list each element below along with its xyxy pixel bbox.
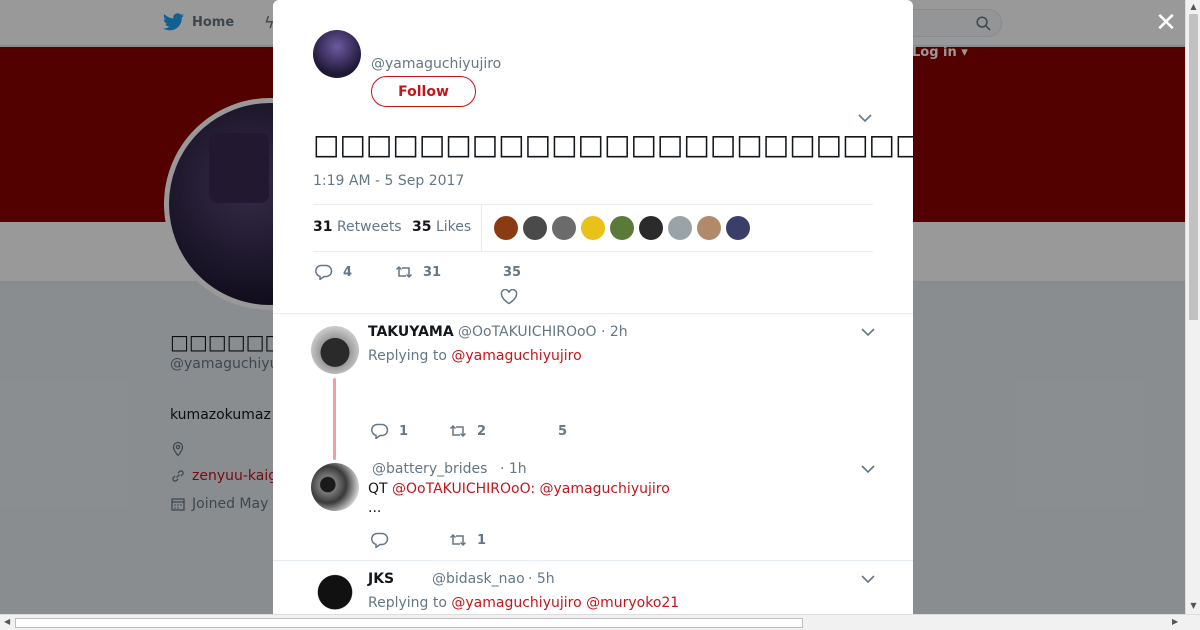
thread-line (333, 378, 336, 460)
divider (273, 560, 913, 561)
replying-to: Replying to @yamaguchiyujiro @muryoko21 (368, 595, 679, 611)
vertical-scroll-thumb[interactable] (1189, 14, 1198, 320)
author-handle[interactable]: @yamaguchiyujiro (371, 56, 501, 72)
replying-to-link[interactable]: @yamaguchiyujiro (451, 348, 581, 364)
retweet-icon (395, 265, 413, 279)
reply-time[interactable]: · 1h (500, 461, 527, 477)
like-button[interactable]: 5 (558, 424, 567, 439)
reply-author-handle[interactable]: @OoTAKUICHIROoO (458, 324, 597, 340)
chevron-down-icon[interactable] (858, 113, 872, 123)
scroll-right-arrow-icon[interactable]: ▶ (1172, 617, 1178, 626)
replying-to: Replying to @yamaguchiyujiro (368, 348, 582, 364)
reply-author-name[interactable]: JKS (368, 571, 394, 587)
retweet-button[interactable]: 1 (449, 532, 486, 548)
divider (273, 313, 913, 314)
retweet-icon (449, 424, 467, 438)
scroll-up-arrow-icon[interactable]: ▲ (1189, 2, 1198, 11)
heart-icon (500, 289, 518, 305)
retweets-label: Retweets (336, 219, 402, 235)
reply-author-handle[interactable]: @bidask_nao (432, 571, 525, 587)
tweet-stats: 31 Retweets 35 Likes (313, 204, 873, 252)
retweet-count: 1 (477, 532, 487, 548)
reply-text: QT @OoTAKUICHIROoO: @yamaguchiyujiro (368, 481, 670, 497)
quoted-link[interactable]: @OoTAKUICHIROoO: @yamaguchiyujiro (392, 481, 670, 497)
liker-avatar[interactable] (552, 216, 576, 240)
retweets-stat[interactable]: 31 Retweets (313, 219, 402, 235)
retweet-button[interactable]: 31 (395, 264, 441, 280)
liker-avatar[interactable] (523, 216, 547, 240)
replying-to-link[interactable]: @yamaguchiyujiro @muryoko21 (451, 595, 679, 611)
reply-time[interactable]: · 5h (528, 571, 555, 587)
author-avatar[interactable] (313, 30, 361, 78)
scroll-left-arrow-icon[interactable]: ◀ (4, 617, 10, 626)
follow-button[interactable]: Follow (371, 76, 476, 107)
likes-stat[interactable]: 35 Likes (412, 219, 471, 235)
reply-avatar[interactable] (311, 326, 359, 374)
like-button[interactable] (500, 289, 518, 305)
retweet-icon (449, 533, 467, 547)
close-icon[interactable]: ✕ (1155, 10, 1177, 36)
replying-prefix: Replying to (368, 595, 447, 611)
chevron-down-icon[interactable] (861, 464, 875, 474)
liker-avatar[interactable] (697, 216, 721, 240)
vertical-scrollbar[interactable]: ▲ ▼ (1185, 0, 1200, 614)
liker-avatar[interactable] (581, 216, 605, 240)
reply-author-handle[interactable]: @battery_brides (372, 461, 487, 477)
retweets-count: 31 (313, 219, 333, 235)
reply-button[interactable]: 1 (371, 423, 408, 439)
reply-text-ellipsis: ... (368, 500, 382, 516)
like-count: 5 (558, 424, 568, 439)
liker-avatar[interactable] (494, 216, 518, 240)
reply-time[interactable]: · 2h (601, 324, 628, 340)
tweet-modal: @yamaguchiyujiro Follow □□□□□□□□□□□□□□□□… (273, 0, 913, 614)
reply-icon (315, 264, 333, 280)
tweet-text: □□□□□□□□□□□□□□□□□□□□□□□□□□□□□□□□□□□□□□□□… (313, 128, 913, 161)
reply-avatar[interactable] (311, 463, 359, 511)
reply-button[interactable] (371, 532, 389, 548)
horizontal-scrollbar[interactable]: ◀ ▶ (0, 614, 1200, 630)
liker-avatar[interactable] (639, 216, 663, 240)
liker-avatar[interactable] (668, 216, 692, 240)
liker-avatar[interactable] (610, 216, 634, 240)
reply-author-name[interactable]: TAKUYAMA (368, 324, 454, 340)
reply-icon (371, 532, 389, 548)
scroll-down-arrow-icon[interactable]: ▼ (1189, 601, 1198, 610)
reply-icon (371, 423, 389, 439)
horizontal-scroll-thumb[interactable] (15, 618, 803, 628)
reply-count: 4 (343, 264, 353, 280)
reply-count: 1 (399, 423, 409, 439)
like-count-label: 35 (503, 265, 521, 280)
retweet-button[interactable]: 2 (449, 423, 486, 439)
retweet-count: 2 (477, 423, 487, 439)
likes-count: 35 (412, 219, 432, 235)
like-count: 35 (503, 265, 522, 280)
retweet-count: 31 (423, 264, 442, 280)
likes-label: Likes (435, 219, 472, 235)
reply-text-prefix: QT (368, 481, 388, 497)
reply-avatar[interactable] (311, 573, 359, 614)
replying-prefix: Replying to (368, 348, 447, 364)
liker-avatars (494, 216, 750, 240)
reply-button[interactable]: 4 (315, 264, 352, 280)
chevron-down-icon[interactable] (861, 327, 875, 337)
stats-divider (481, 205, 482, 251)
chevron-down-icon[interactable] (861, 574, 875, 584)
liker-avatar[interactable] (726, 216, 750, 240)
tweet-timestamp[interactable]: 1:19 AM - 5 Sep 2017 (313, 173, 464, 189)
